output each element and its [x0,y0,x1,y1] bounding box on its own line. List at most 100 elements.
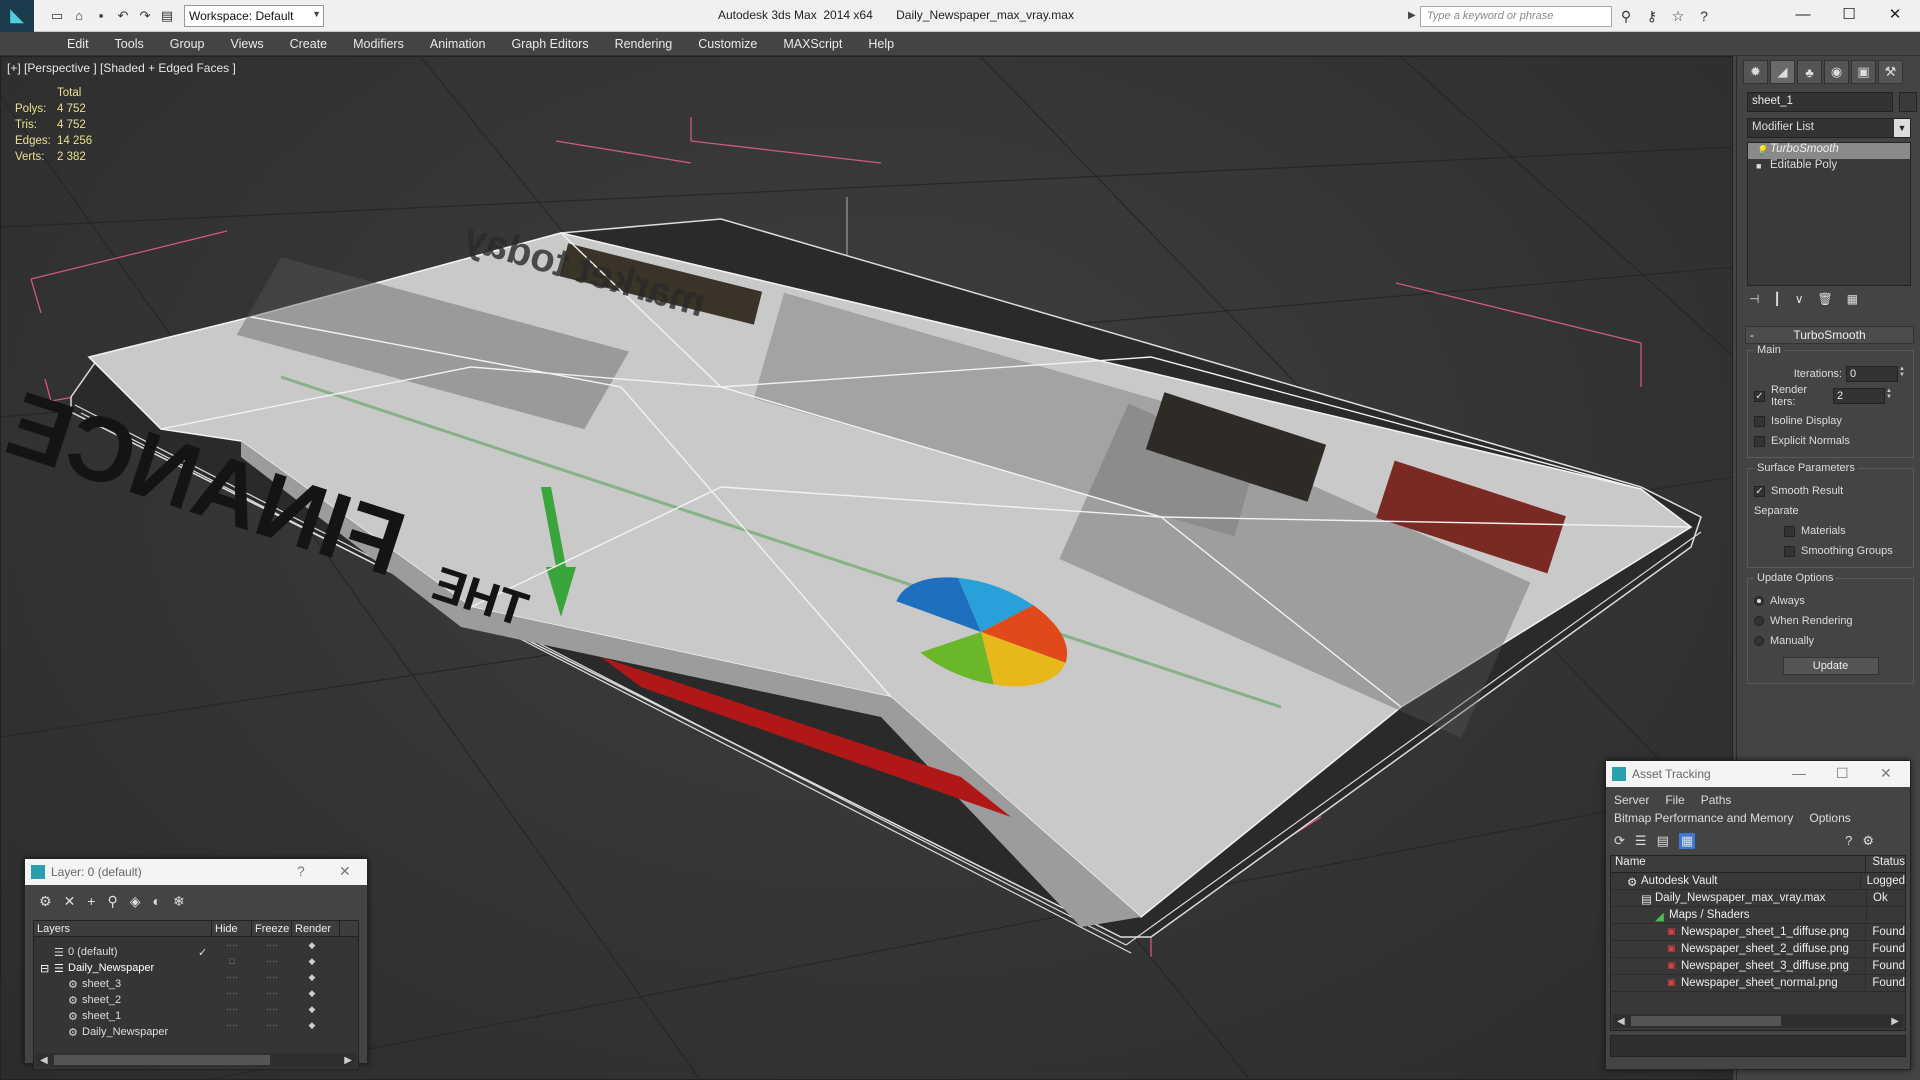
create-tab-icon[interactable]: ✹ [1743,60,1768,84]
freeze-all-icon[interactable]: ❄ [173,893,185,910]
asset-menu-paths[interactable]: Paths [1701,793,1732,807]
smoothing-groups-checkbox[interactable] [1784,545,1795,557]
remove-modifier-icon[interactable]: 🗑 [1817,292,1832,306]
menu-rendering[interactable]: Rendering [602,37,686,51]
asset-row[interactable]: ⚙ Autodesk Vault Logged [1611,873,1905,890]
binoculars-icon[interactable]: ⚲ [1616,5,1636,27]
asset-menu-options[interactable]: Options [1809,811,1850,825]
hierarchy-tab-icon[interactable]: ♣ [1797,60,1822,84]
layer-row[interactable]: ⚙ sheet_3 ···· ···· ◆ [34,969,358,992]
render-iters-spinner[interactable]: 2 [1833,388,1896,404]
layer-row[interactable]: ☰ 0 (default) ✓ ···· ···· ◆ [34,937,358,960]
render-iters-checkbox[interactable]: ✓ [1754,390,1765,402]
iterations-spinner[interactable]: 0 [1846,366,1909,382]
object-color-swatch[interactable] [1899,92,1917,112]
close-button[interactable]: ✕ [1872,0,1918,28]
stack-item-editable-poly[interactable]: ■ Editable Poly [1748,159,1910,175]
scroll-left-icon[interactable]: ◀ [1617,1016,1625,1027]
menu-help[interactable]: Help [855,37,907,51]
minimize-button[interactable]: — [1780,0,1826,28]
asset-row[interactable]: ▣ Newspaper_sheet_3_diffuse.png Found [1611,958,1905,975]
scroll-right-icon[interactable]: ▶ [344,1055,352,1066]
scroll-left-icon[interactable]: ◀ [40,1055,48,1066]
maximize-button[interactable]: ☐ [1826,0,1872,28]
highlight-layer-icon[interactable]: ◈ [130,893,141,910]
menu-create[interactable]: Create [277,37,341,51]
project-folder-icon[interactable]: ▤ [156,5,178,27]
add-to-layer-icon[interactable]: + [87,893,95,910]
asset-minimize-button[interactable]: — [1792,765,1806,781]
menu-animation[interactable]: Animation [417,37,499,51]
modify-tab-icon[interactable]: ◢ [1770,60,1795,84]
asset-row[interactable]: ▣ Newspaper_sheet_2_diffuse.png Found [1611,941,1905,958]
help-icon[interactable]: ? [1845,833,1852,849]
layer-horizontal-scrollbar[interactable]: ◀ ▶ [36,1053,356,1067]
delete-layer-icon[interactable]: ✕ [64,893,76,910]
object-name-field[interactable]: sheet_1 [1747,92,1893,112]
utilities-tab-icon[interactable]: ⚒ [1878,60,1903,84]
materials-checkbox[interactable] [1784,525,1795,537]
hide-all-icon[interactable]: ◐ [153,893,161,910]
show-end-result-icon[interactable]: ┃ [1773,292,1780,306]
layer-help-button[interactable]: ? [297,863,305,879]
asset-row[interactable]: ◢ Maps / Shaders [1611,907,1905,924]
col-status[interactable]: Status [1866,856,1905,872]
viewport-label[interactable]: [+] [Perspective ] [Shaded + Edged Faces… [7,61,236,75]
menu-edit[interactable]: Edit [54,37,102,51]
vault-settings-icon[interactable]: ⚙ [1862,833,1874,849]
make-unique-icon[interactable]: ∨ [1795,292,1804,306]
detail-view-icon[interactable]: ▤ [1657,833,1669,849]
asset-menu-server[interactable]: Server [1614,793,1649,807]
asset-row[interactable]: ▣ Newspaper_sheet_1_diffuse.png Found [1611,924,1905,941]
asset-tracking-titlebar[interactable]: Asset Tracking — ☐ ✕ [1606,761,1910,787]
app-logo-button[interactable]: ◣ [0,0,34,32]
menu-views[interactable]: Views [217,37,276,51]
turbosmooth-rollout-header[interactable]: - TurboSmooth [1745,326,1914,344]
menu-group[interactable]: Group [157,37,218,51]
configure-sets-icon[interactable]: ▦ [1847,292,1858,306]
asset-menu-bitmap-performance[interactable]: Bitmap Performance and Memory [1614,811,1793,825]
layer-row[interactable]: ⊟ ☰ Daily_Newspaper □ ···· ◆ [34,953,358,976]
col-render[interactable]: Render [292,921,340,936]
col-name[interactable]: Name [1611,856,1867,872]
layer-row[interactable]: ⚙ Daily_Newspaper ···· ···· ◆ [34,1017,358,1040]
open-file-icon[interactable]: ⌂ [68,5,90,27]
new-file-icon[interactable]: ▭ [46,5,68,27]
col-layers[interactable]: Layers [34,921,212,936]
always-radio[interactable] [1754,596,1764,606]
key-icon[interactable]: ⚷ [1642,5,1662,27]
layer-close-button[interactable]: ✕ [339,863,351,880]
update-button[interactable]: Update [1782,657,1879,675]
col-hide[interactable]: Hide [212,921,252,936]
asset-horizontal-scrollbar[interactable]: ◀ ▶ [1613,1014,1903,1028]
menu-maxscript[interactable]: MAXScript [770,37,855,51]
motion-tab-icon[interactable]: ◉ [1824,60,1849,84]
scroll-right-icon[interactable]: ▶ [1891,1016,1899,1027]
layer-row[interactable]: ⚙ sheet_2 ···· ···· ◆ [34,985,358,1008]
display-tab-icon[interactable]: ▣ [1851,60,1876,84]
refresh-icon[interactable]: ⟳ [1614,833,1625,849]
smooth-result-checkbox[interactable]: ✓ [1754,485,1765,497]
search-expand-icon[interactable]: ▶ [1408,10,1416,21]
undo-icon[interactable]: ↶ [112,5,134,27]
isoline-checkbox[interactable] [1754,415,1765,427]
asset-maximize-button[interactable]: ☐ [1836,765,1849,782]
manually-radio[interactable] [1754,636,1764,646]
help-icon[interactable]: ? [1694,5,1714,27]
layer-window-titlebar[interactable]: Layer: 0 (default) ? ✕ [25,859,367,885]
workspace-dropdown[interactable]: Workspace: Default ▼ [184,4,324,27]
lightbulb-icon[interactable]: 💡 [1756,145,1767,156]
menu-modifiers[interactable]: Modifiers [340,37,417,51]
stack-item-turbosmooth[interactable]: 💡 TurboSmooth [1748,143,1910,159]
asset-menu-file[interactable]: File [1665,793,1684,807]
table-view-icon[interactable]: ▦ [1678,833,1696,849]
when-rendering-radio[interactable] [1754,616,1764,626]
favorites-star-icon[interactable]: ☆ [1668,5,1688,27]
list-view-icon[interactable]: ☰ [1635,833,1647,849]
layer-row[interactable]: ⚙ sheet_1 ···· ···· ◆ [34,1001,358,1024]
menu-customize[interactable]: Customize [685,37,770,51]
menu-tools[interactable]: Tools [102,37,157,51]
pin-stack-icon[interactable]: ⊣ [1749,292,1759,306]
modifier-list-dropdown[interactable]: Modifier List ▼ [1747,118,1911,138]
search-input[interactable]: Type a keyword or phrase [1420,6,1612,27]
